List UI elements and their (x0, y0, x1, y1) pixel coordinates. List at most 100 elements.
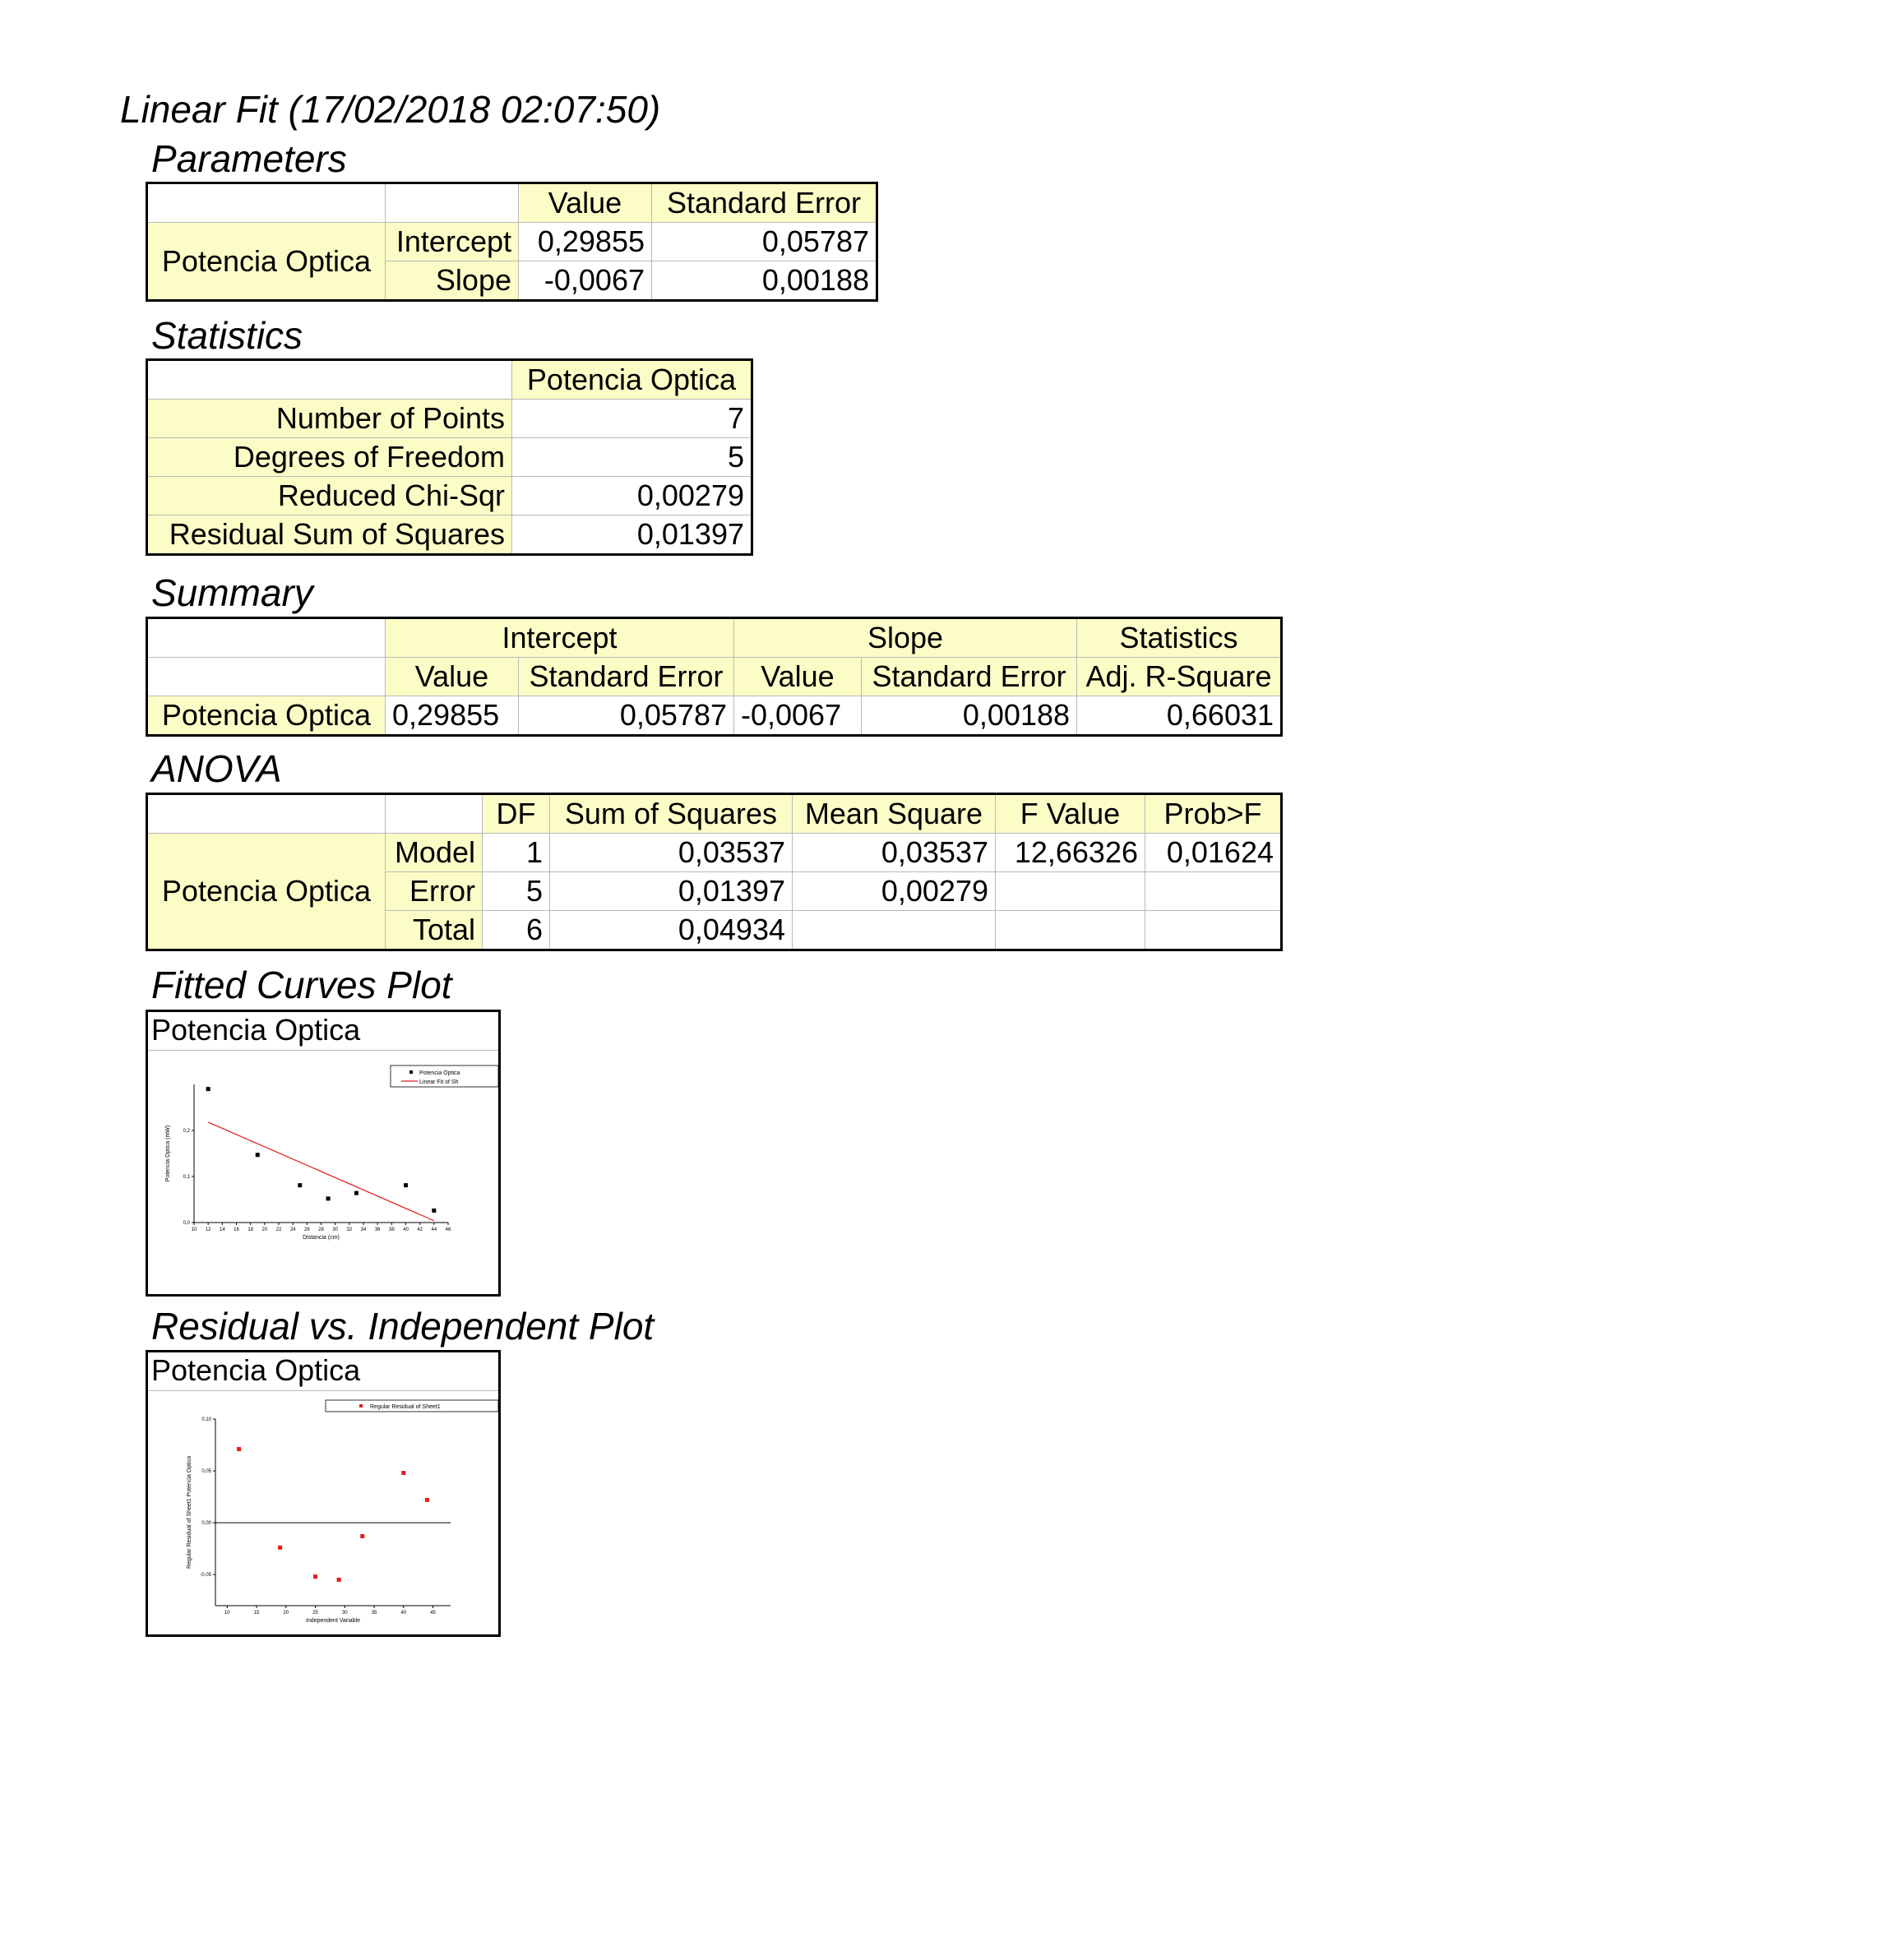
cell-ms: 0,00279 (792, 871, 996, 911)
col-header-value: Value (518, 183, 652, 223)
cell-slope-value: -0,0067 (518, 261, 652, 301)
x-tick-label: 24 (290, 1227, 296, 1232)
col-header-std-err: Standard Error (518, 657, 734, 696)
anova-heading: ANOVA (151, 747, 282, 790)
residual-plot-frame: Potencia Optica 10 15 20 25 30 35 40 45 -0,05 0,0… (146, 1350, 501, 1637)
x-tick-label: 46 (446, 1227, 451, 1232)
y-tick-label: 0,1 (183, 1175, 191, 1180)
data-point (326, 1196, 331, 1201)
summary-table: Intercept Slope Statistics Value Standar… (146, 617, 1284, 737)
cell-f (995, 871, 1145, 911)
parameters-table: Value Standard Error Potencia Optica Int… (146, 182, 878, 302)
x-tick-label: 28 (318, 1227, 324, 1232)
group-header-slope: Slope (733, 617, 1078, 658)
parameters-heading: Parameters (151, 137, 347, 180)
legend-label-fit: Linear Fit of Sh (419, 1079, 459, 1085)
group-header-statistics: Statistics (1076, 617, 1283, 658)
col-header-p: Prob>F (1145, 793, 1282, 834)
residual-plot-heading: Residual vs. Independent Plot (151, 1305, 655, 1348)
x-tick-label: 12 (206, 1227, 211, 1232)
col-header-potencia: Potencia Optica (511, 359, 752, 400)
row-label: Residual Sum of Squares (146, 515, 512, 555)
fitted-plot-heading: Fitted Curves Plot (151, 964, 452, 1006)
y-axis-label: Potencia Optica (mW) (165, 1126, 171, 1181)
residual-chart: 10 15 20 25 30 35 40 45 -0,05 0,00 0,05 0,10 Indepen… (187, 1399, 498, 1624)
fitted-plot-frame: Potencia Optica 10 12 14 16 18 20 22 24 26 28 30 32… (146, 1010, 501, 1297)
data-point (424, 1497, 429, 1502)
row-group-label: Potencia Optica (146, 833, 386, 950)
col-header-f: F Value (995, 793, 1145, 834)
statistics-heading: Statistics (151, 314, 303, 357)
x-tick-label: 18 (247, 1227, 253, 1232)
cell-value: 5 (511, 437, 752, 477)
data-point (237, 1447, 242, 1452)
cell-df: 6 (482, 910, 550, 950)
cell-slope-std-err: 0,00188 (860, 696, 1078, 736)
x-tick-label: 25 (312, 1611, 318, 1616)
data-point (360, 1534, 365, 1539)
cell-p: 0,01624 (1145, 833, 1282, 872)
col-header-df: DF (482, 793, 550, 834)
x-axis-label: Distancia (cm) (303, 1235, 340, 1241)
report-title: Linear Fit (17/02/2018 02:07:50) (120, 88, 661, 131)
cell-slope-std-err: 0,00188 (651, 261, 877, 301)
x-tick-label: 34 (361, 1227, 367, 1232)
fitted-plot-caption: Potencia Optica (148, 1012, 498, 1051)
data-point (313, 1574, 318, 1579)
data-point (336, 1577, 341, 1582)
y-tick-label: 0,2 (183, 1129, 191, 1134)
cell-adj-r2: 0,66031 (1076, 696, 1283, 736)
x-tick-label: 35 (372, 1611, 377, 1616)
col-header-std-err: Standard Error (651, 183, 877, 223)
row-label: Reduced Chi-Sqr (146, 476, 512, 515)
cell-intercept-value: 0,29855 (518, 222, 652, 261)
row-label-total: Total (385, 910, 483, 950)
x-tick-label: 42 (417, 1227, 423, 1232)
y-tick-label: 0,00 (201, 1521, 211, 1526)
data-point (432, 1208, 437, 1213)
legend-label-points: Potencia Optica (419, 1070, 460, 1076)
cell-ms (792, 910, 996, 950)
cell-f: 12,66326 (995, 833, 1145, 872)
statistics-table: Potencia Optica Number of Points 7 Degree… (146, 358, 753, 556)
residual-plot-caption: Potencia Optica (148, 1352, 498, 1391)
data-point (401, 1471, 406, 1476)
legend-label-residual: Regular Residual of Sheet1 (370, 1404, 441, 1410)
cell-ss: 0,04934 (549, 910, 793, 950)
legend-marker-residual (359, 1404, 363, 1408)
cell-value: 7 (511, 399, 752, 438)
row-label: Number of Points (146, 399, 512, 438)
group-header-intercept: Intercept (385, 617, 734, 658)
y-tick-label: -0,05 (200, 1573, 211, 1578)
y-tick-label: 0,05 (201, 1469, 211, 1474)
x-tick-label: 30 (332, 1227, 338, 1232)
legend-marker-points (409, 1070, 413, 1074)
x-tick-label: 40 (400, 1611, 406, 1616)
row-label-slope: Slope (385, 261, 519, 301)
col-header-value: Value (733, 657, 862, 696)
cell-p (1145, 871, 1282, 911)
cell-df: 5 (482, 871, 550, 911)
cell-intercept-std-err: 0,05787 (518, 696, 734, 736)
y-tick-label: 0,0 (183, 1221, 191, 1226)
cell-ss: 0,03537 (549, 833, 793, 872)
row-label-intercept: Intercept (385, 222, 519, 261)
summary-heading: Summary (151, 571, 313, 614)
x-tick-label: 38 (389, 1227, 395, 1232)
x-tick-label: 45 (430, 1611, 436, 1616)
cell-ss: 0,01397 (549, 871, 793, 911)
col-header-ss: Sum of Squares (549, 793, 793, 834)
x-tick-label: 10 (224, 1611, 230, 1616)
x-tick-label: 44 (431, 1227, 437, 1232)
cell-ms: 0,03537 (792, 833, 996, 872)
cell-intercept-std-err: 0,05787 (651, 222, 877, 261)
x-tick-label: 16 (234, 1227, 239, 1232)
row-label: Degrees of Freedom (146, 437, 512, 477)
data-point (298, 1183, 303, 1188)
cell-slope-value: -0,0067 (733, 696, 862, 736)
anova-table: DF Sum of Squares Mean Square F Value Pr… (146, 793, 1283, 951)
row-label-error: Error (385, 871, 483, 911)
row-label-model: Model (385, 833, 483, 872)
cell-value: 0,01397 (511, 515, 752, 555)
x-tick-label: 20 (283, 1611, 289, 1616)
